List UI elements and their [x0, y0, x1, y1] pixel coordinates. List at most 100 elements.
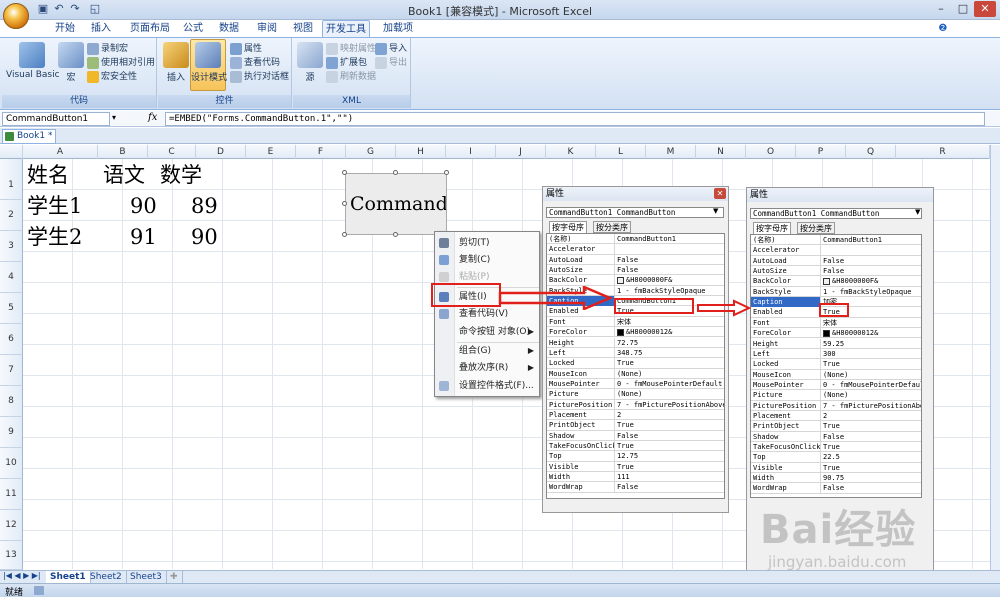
- property-value[interactable]: CommandButton1: [615, 234, 724, 244]
- design-mode-button[interactable]: 设计模式: [190, 39, 227, 91]
- office-button-icon[interactable]: [3, 3, 29, 29]
- property-row[interactable]: (名称) CommandButton1: [547, 234, 724, 245]
- property-row[interactable]: Locked True: [547, 358, 724, 369]
- property-value[interactable]: True: [821, 463, 921, 473]
- export-button[interactable]: 导出: [375, 55, 407, 69]
- close-icon[interactable]: ✕: [974, 1, 996, 17]
- row-header[interactable]: 6: [0, 324, 23, 355]
- row-header[interactable]: 11: [0, 479, 23, 510]
- cell-c2[interactable]: 89: [191, 192, 218, 220]
- column-header[interactable]: K: [546, 145, 596, 159]
- row-header[interactable]: 1: [0, 159, 23, 200]
- row-header[interactable]: 5: [0, 293, 23, 324]
- relative-refs-button[interactable]: 使用相对引用: [87, 55, 155, 69]
- name-box[interactable]: CommandButton1: [2, 112, 110, 126]
- xml-source-button[interactable]: 源: [297, 42, 323, 83]
- name-box-dropdown-icon[interactable]: ▾: [112, 113, 116, 122]
- property-row[interactable]: Accelerator: [751, 245, 921, 256]
- row-header[interactable]: 2: [0, 200, 23, 231]
- import-button[interactable]: 导入: [375, 41, 407, 55]
- property-row[interactable]: PrintObject True: [751, 421, 921, 432]
- property-value[interactable]: False: [821, 483, 921, 493]
- property-value[interactable]: CommandButton1: [821, 235, 921, 245]
- property-value[interactable]: &H80000012&: [821, 328, 921, 338]
- tab-review[interactable]: 审阅: [252, 20, 282, 37]
- property-row[interactable]: MousePointer 0 - fmMousePointerDefault: [751, 379, 921, 391]
- property-row[interactable]: AutoLoad False: [751, 255, 921, 267]
- undo-icon[interactable]: ↶: [52, 2, 66, 16]
- property-value[interactable]: 宋体: [821, 318, 921, 328]
- formula-input[interactable]: =EMBED("Forms.CommandButton.1",""): [165, 112, 985, 126]
- column-header[interactable]: E: [246, 145, 296, 159]
- property-row[interactable]: Font 宋体: [751, 317, 921, 329]
- column-header[interactable]: Q: [846, 145, 896, 159]
- property-row[interactable]: Height 59.25: [751, 338, 921, 349]
- property-row[interactable]: MousePointer 0 - fmMousePointerDefault: [547, 378, 724, 390]
- property-value[interactable]: [821, 245, 921, 255]
- property-row[interactable]: Left 300: [751, 348, 921, 360]
- expansion-packs-button[interactable]: 扩展包: [326, 55, 367, 69]
- property-value[interactable]: 宋体: [615, 317, 724, 327]
- menu-item-cut[interactable]: 剪切(T): [435, 235, 539, 251]
- tab-categorized[interactable]: 按分类序: [593, 221, 631, 233]
- property-value[interactable]: False: [615, 265, 724, 275]
- tab-view[interactable]: 视图: [288, 20, 318, 37]
- fx-button[interactable]: fx: [148, 112, 157, 123]
- property-row[interactable]: Height 72.75: [547, 337, 724, 348]
- map-properties-button[interactable]: 映射属性: [326, 41, 376, 55]
- property-row[interactable]: Visible True: [751, 462, 921, 474]
- property-row[interactable]: (名称) CommandButton1: [751, 235, 921, 246]
- row-header[interactable]: 12: [0, 510, 23, 541]
- property-row[interactable]: Shadow False: [751, 431, 921, 442]
- property-value[interactable]: 12.75: [615, 451, 724, 461]
- property-row[interactable]: Locked True: [751, 359, 921, 370]
- macro-security-button[interactable]: 宏安全性: [87, 69, 137, 83]
- property-value[interactable]: True: [615, 462, 724, 472]
- cell-c3[interactable]: 90: [191, 223, 218, 251]
- property-row[interactable]: BackColor &H8000000F&: [547, 275, 724, 286]
- property-value[interactable]: 7 - fmPicturePositionAbove: [615, 400, 724, 410]
- row-header[interactable]: 13: [0, 541, 23, 570]
- property-row[interactable]: PrintObject True: [547, 420, 724, 431]
- property-value[interactable]: 2: [821, 411, 921, 421]
- property-value[interactable]: True: [615, 420, 724, 430]
- row-header[interactable]: 3: [0, 231, 23, 262]
- column-header[interactable]: G: [346, 145, 396, 159]
- property-value[interactable]: True: [821, 359, 921, 369]
- print-preview-icon[interactable]: ◱: [88, 2, 102, 16]
- view-code-button[interactable]: 查看代码: [230, 55, 280, 69]
- tab-data[interactable]: 数据: [214, 20, 244, 37]
- property-row[interactable]: Font 宋体: [547, 316, 724, 328]
- tab-addins[interactable]: 加载项: [378, 20, 418, 37]
- property-row[interactable]: ForeColor &H80000012&: [751, 328, 921, 339]
- property-row[interactable]: AutoLoad False: [547, 254, 724, 266]
- property-value[interactable]: (None): [821, 370, 921, 380]
- column-header[interactable]: R: [896, 145, 990, 159]
- property-value[interactable]: 0 - fmMousePointerDefault: [821, 380, 921, 390]
- property-value[interactable]: False: [615, 482, 724, 492]
- insert-control-button[interactable]: 插入: [162, 42, 190, 83]
- property-value[interactable]: 90.75: [821, 473, 921, 483]
- property-row[interactable]: BackColor &H8000000F&: [751, 276, 921, 287]
- property-value[interactable]: False: [821, 256, 921, 266]
- property-value[interactable]: (None): [821, 390, 921, 400]
- property-value[interactable]: 111: [615, 472, 724, 482]
- property-value[interactable]: False: [821, 432, 921, 442]
- row-header[interactable]: 4: [0, 262, 23, 293]
- property-row[interactable]: Width 90.75: [751, 473, 921, 484]
- property-value[interactable]: 0 - fmMousePointerDefault: [615, 379, 724, 389]
- property-row[interactable]: PicturePosition7 - fmPicturePositionAbov…: [547, 399, 724, 410]
- property-row[interactable]: WordWrap False: [547, 482, 724, 493]
- property-row[interactable]: AutoSize False: [547, 265, 724, 276]
- properties-button[interactable]: 属性: [230, 41, 262, 55]
- refresh-data-button[interactable]: 刷新数据: [326, 69, 376, 83]
- tab-developer[interactable]: 开发工具: [322, 20, 370, 37]
- property-row[interactable]: WordWrap False: [751, 483, 921, 494]
- chevron-down-icon[interactable]: ▼: [713, 207, 718, 215]
- property-value[interactable]: True: [615, 358, 724, 368]
- property-row[interactable]: Shadow False: [547, 430, 724, 441]
- column-header[interactable]: H: [396, 145, 446, 159]
- close-icon[interactable]: ✕: [714, 188, 726, 199]
- property-value[interactable]: (None): [615, 389, 724, 399]
- property-row[interactable]: Picture (None): [547, 389, 724, 400]
